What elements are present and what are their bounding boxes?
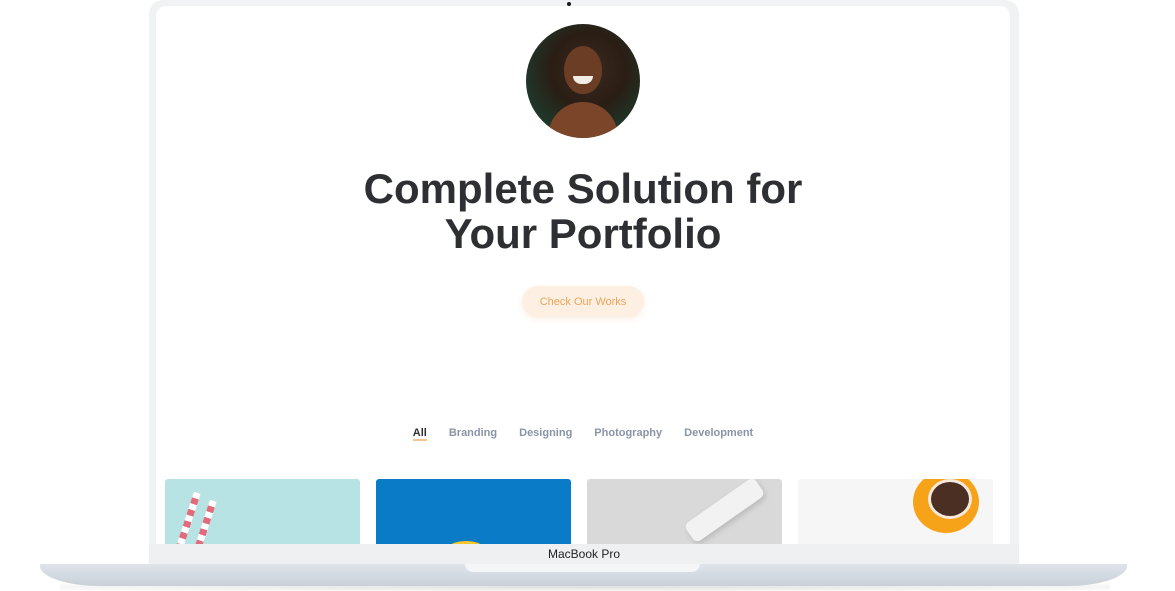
avatar xyxy=(526,24,640,138)
straw-image xyxy=(172,491,201,544)
laptop-notch xyxy=(465,564,700,572)
hero-title-line-2: Your Portfolio xyxy=(444,210,722,257)
filter-development[interactable]: Development xyxy=(684,427,753,439)
avatar-face xyxy=(564,46,602,94)
filter-photography[interactable]: Photography xyxy=(594,427,662,439)
portfolio-grid xyxy=(165,479,993,544)
watch-image xyxy=(683,479,766,544)
filter-branding[interactable]: Branding xyxy=(449,427,497,439)
check-our-works-button[interactable]: Check Our Works xyxy=(522,286,644,317)
portfolio-item[interactable] xyxy=(165,479,360,544)
device-label: MacBook Pro xyxy=(547,547,621,561)
hero-title: Complete Solution for Your Portfolio xyxy=(156,166,1010,256)
hero-title-line-1: Complete Solution for xyxy=(363,165,803,212)
portfolio-item[interactable] xyxy=(376,479,571,544)
portfolio-item[interactable] xyxy=(587,479,782,544)
portfolio-filter-bar: All Branding Designing Photography Devel… xyxy=(156,427,1010,441)
filter-designing[interactable]: Designing xyxy=(519,427,572,439)
avatar-body xyxy=(548,102,618,138)
portfolio-item[interactable] xyxy=(798,479,993,544)
coffee-image xyxy=(928,479,972,519)
filter-all[interactable]: All xyxy=(412,427,427,441)
laptop-screen: Complete Solution for Your Portfolio Che… xyxy=(156,6,1010,544)
laptop-chin: MacBook Pro xyxy=(149,544,1019,564)
